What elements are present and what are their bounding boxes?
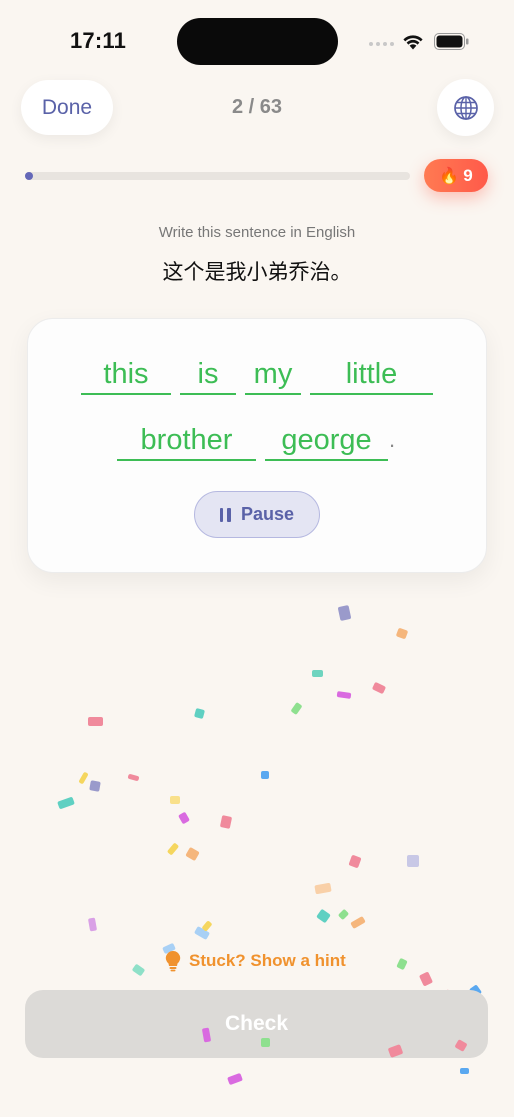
answer-word[interactable]: brother	[117, 423, 256, 461]
answer-word[interactable]: my	[245, 357, 301, 395]
answer-word[interactable]: little	[310, 357, 433, 395]
wifi-icon	[403, 35, 423, 50]
screen: 17:11 Done 2 / 63 🔥 9 Write this sentenc…	[0, 0, 514, 1117]
answer-word[interactable]: george	[265, 423, 388, 461]
pause-icon	[219, 507, 231, 522]
signal-icon	[369, 42, 394, 46]
check-button[interactable]: Check	[25, 990, 488, 1058]
hint-link[interactable]: Stuck? Show a hint	[165, 950, 346, 972]
battery-icon	[434, 33, 469, 50]
dynamic-island	[177, 18, 338, 65]
done-button[interactable]: Done	[21, 80, 113, 135]
progress-bar	[25, 172, 410, 180]
answer-word[interactable]: this	[81, 357, 171, 395]
question-counter: 2 / 63	[231, 96, 283, 118]
progress-fill	[25, 172, 33, 180]
sentence-period: .	[389, 427, 396, 452]
flame-icon: 🔥	[439, 167, 460, 185]
hint-label: Stuck? Show a hint	[189, 951, 346, 970]
answer-word[interactable]: is	[180, 357, 236, 395]
status-time: 17:11	[70, 28, 127, 53]
streak-badge: 🔥 9	[424, 159, 488, 192]
globe-icon	[453, 95, 478, 120]
language-button[interactable]	[437, 79, 494, 136]
pause-label: Pause	[240, 504, 295, 524]
source-sentence: 这个是我小弟乔治。	[162, 260, 352, 284]
pause-button[interactable]: Pause	[194, 491, 320, 538]
streak-count: 9	[463, 165, 473, 185]
instruction-text: Write this sentence in English	[158, 224, 356, 241]
lightbulb-icon	[165, 950, 181, 972]
